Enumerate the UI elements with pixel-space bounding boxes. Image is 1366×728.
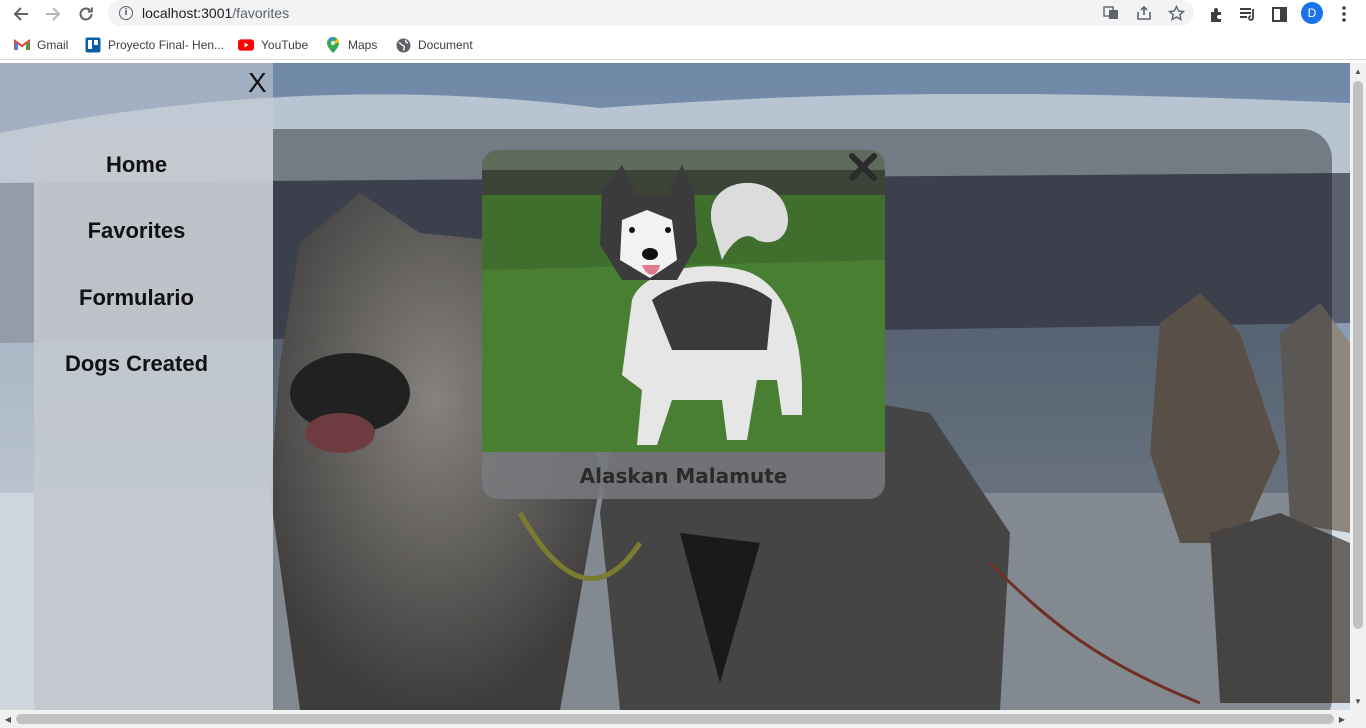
globe-icon xyxy=(395,37,411,53)
scroll-up-arrow-icon[interactable]: ▲ xyxy=(1354,67,1362,76)
site-info-icon[interactable]: i xyxy=(119,6,133,20)
sidebar-item-dogs-created[interactable]: Dogs Created xyxy=(34,351,239,377)
forward-arrow-icon[interactable] xyxy=(42,3,64,25)
close-x-icon xyxy=(849,153,877,181)
reading-list-icon[interactable] xyxy=(1237,3,1259,25)
bookmark-label: Gmail xyxy=(37,38,69,52)
remove-favorite-button[interactable] xyxy=(846,150,880,184)
scroll-left-arrow-icon[interactable]: ◀ xyxy=(3,714,13,724)
gmail-icon xyxy=(14,37,30,53)
bookmark-label: Proyecto Final- Hen... xyxy=(108,38,225,52)
profile-avatar[interactable]: D xyxy=(1301,2,1323,24)
share-icon[interactable] xyxy=(1134,3,1154,23)
bookmark-youtube[interactable]: YouTube xyxy=(238,36,308,54)
bookmark-document[interactable]: Document xyxy=(395,36,473,54)
favorite-dog-card[interactable]: Alaskan Malamute xyxy=(482,150,885,499)
scroll-right-arrow-icon[interactable]: ▶ xyxy=(1337,714,1347,724)
bookmarks-bar: Gmail Proyecto Final- Hen... YouTube Map… xyxy=(0,30,1366,60)
horizontal-scroll-thumb[interactable] xyxy=(16,714,1334,724)
bookmark-label: Document xyxy=(418,38,473,52)
url-host: localhost:3001 xyxy=(142,5,233,21)
bookmark-maps[interactable]: Maps xyxy=(325,36,377,54)
sidebar-item-formulario[interactable]: Formulario xyxy=(34,285,239,311)
side-panel-icon[interactable] xyxy=(1268,3,1290,25)
vertical-scrollbar[interactable]: ▲ ▼ xyxy=(1350,63,1366,710)
browser-toolbar: i localhost:3001/favorites D xyxy=(0,0,1366,27)
bookmark-label: YouTube xyxy=(261,38,309,52)
back-arrow-icon[interactable] xyxy=(10,3,32,25)
horizontal-scrollbar[interactable]: ◀ ▶ xyxy=(0,710,1366,728)
dog-breed-name: Alaskan Malamute xyxy=(579,463,788,488)
youtube-icon xyxy=(238,37,254,53)
sidebar-item-home[interactable]: Home xyxy=(34,152,239,178)
reload-icon[interactable] xyxy=(75,3,97,25)
sidebar-item-favorites[interactable]: Favorites xyxy=(34,218,239,244)
trello-icon xyxy=(85,37,101,53)
extensions-icon[interactable] xyxy=(1205,3,1227,25)
translate-icon[interactable] xyxy=(1101,3,1121,23)
sidebar-close-button[interactable]: X xyxy=(248,67,267,99)
page-viewport: X Home Favorites Formulario Dogs Created… xyxy=(0,63,1350,710)
bookmark-gmail[interactable]: Gmail xyxy=(14,36,68,54)
bookmark-star-icon[interactable] xyxy=(1166,3,1186,23)
bookmark-label: Maps xyxy=(348,38,378,52)
scroll-down-arrow-icon[interactable]: ▼ xyxy=(1354,697,1362,706)
vertical-scroll-thumb[interactable] xyxy=(1353,81,1363,629)
dog-photo xyxy=(482,150,885,452)
maps-icon xyxy=(325,37,341,53)
url-path: /favorites xyxy=(232,5,290,21)
url-text[interactable]: localhost:3001/favorites xyxy=(142,5,289,21)
sidebar-menu-card xyxy=(34,129,273,710)
kebab-menu-icon[interactable] xyxy=(1333,3,1355,25)
bookmark-proyecto[interactable]: Proyecto Final- Hen... xyxy=(85,36,224,54)
